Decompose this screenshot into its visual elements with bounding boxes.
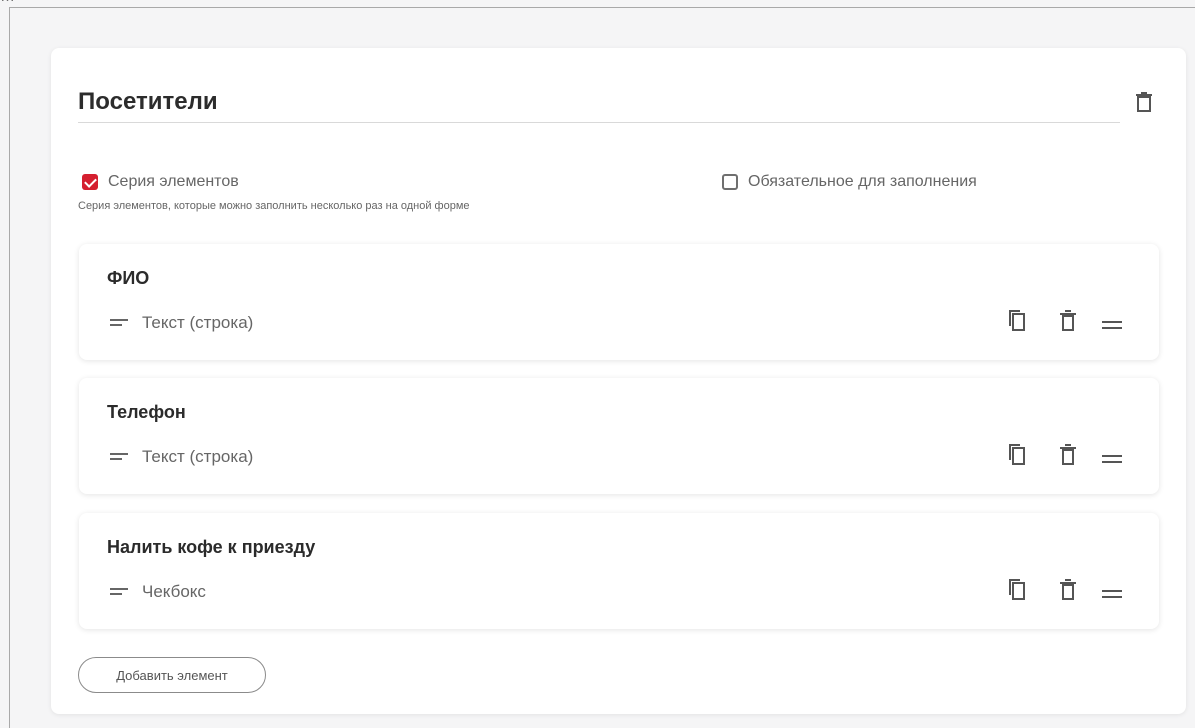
element-card-fio[interactable]: ФИО Текст (строка) (79, 244, 1159, 360)
section-title: Посетители (78, 88, 218, 115)
add-element-button[interactable]: Добавить элемент (78, 657, 266, 693)
text-lines-icon (110, 319, 128, 326)
series-elements-checkbox[interactable]: Серия элементов (82, 171, 239, 193)
element-card-phone[interactable]: Телефон Текст (строка) (79, 378, 1159, 494)
section-card-visitors: Посетители Серия элементов Серия элемент… (51, 48, 1186, 714)
element-type-row: Текст (строка) (110, 312, 253, 334)
copy-icon[interactable] (1006, 578, 1030, 602)
series-elements-label: Серия элементов (108, 173, 239, 190)
unchecked-checkbox-icon[interactable] (722, 174, 738, 190)
trash-icon[interactable] (1056, 443, 1080, 467)
element-type: Текст (строка) (142, 447, 254, 466)
element-actions (1006, 578, 1126, 606)
copy-icon[interactable] (1006, 309, 1030, 333)
element-type-row: Текст (строка) (110, 446, 253, 468)
series-help-text: Серия элементов, которые можно заполнить… (78, 200, 470, 212)
form-builder-frame: Посетители Серия элементов Серия элемент… (9, 7, 1195, 728)
text-lines-icon (110, 453, 128, 460)
top-cropped-text: … (0, 0, 1195, 7)
element-title: Налить кофе к приезду (107, 537, 316, 557)
element-type-row: Чекбокс (110, 581, 206, 603)
element-type: Текст (строка) (142, 313, 254, 332)
element-type: Чекбокс (142, 582, 206, 601)
section-title-field[interactable]: Посетители (78, 82, 1120, 123)
required-checkbox[interactable]: Обязательное для заполнения (722, 171, 977, 193)
drag-handle-icon[interactable] (1100, 447, 1124, 471)
trash-icon[interactable] (1056, 309, 1080, 333)
element-actions (1006, 443, 1126, 471)
trash-icon[interactable] (1136, 92, 1152, 112)
element-card-coffee[interactable]: Налить кофе к приезду Чекбокс (79, 513, 1159, 629)
drag-handle-icon[interactable] (1100, 582, 1124, 606)
checked-checkbox-icon[interactable] (82, 174, 98, 190)
trash-icon[interactable] (1056, 578, 1080, 602)
drag-handle-icon[interactable] (1100, 313, 1124, 337)
copy-icon[interactable] (1006, 443, 1030, 467)
required-label: Обязательное для заполнения (748, 173, 977, 190)
element-title: ФИО (107, 268, 150, 288)
element-title: Телефон (107, 402, 186, 422)
text-lines-icon (110, 588, 128, 595)
element-actions (1006, 309, 1126, 337)
